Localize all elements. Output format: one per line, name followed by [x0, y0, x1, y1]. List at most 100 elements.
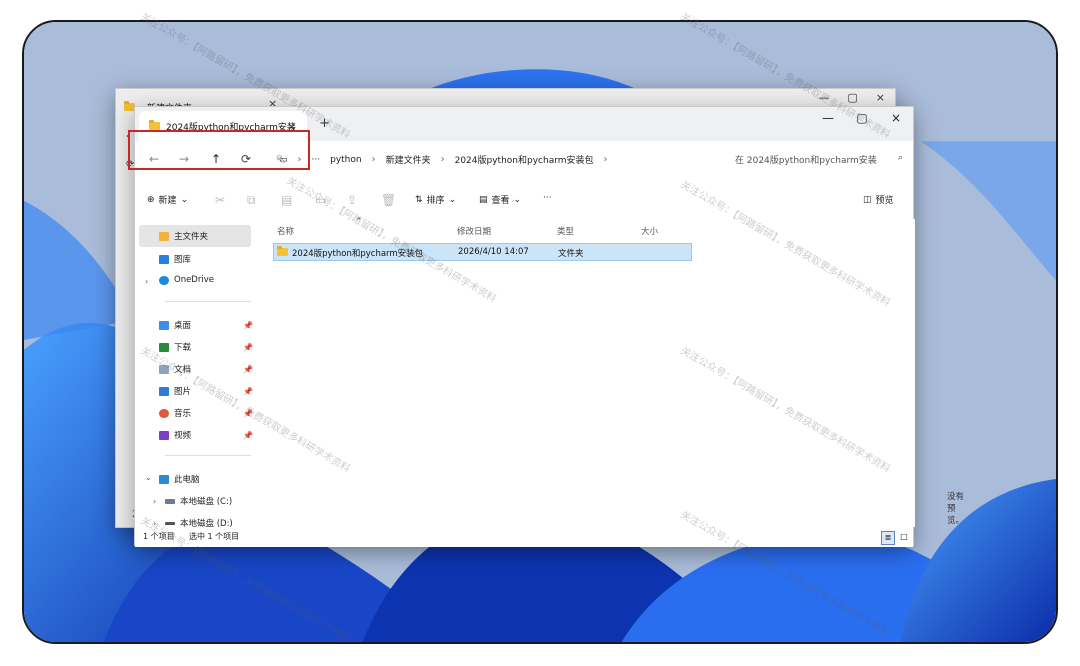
preview-message: 没有预览。	[947, 492, 965, 526]
view-label: 查看	[491, 196, 510, 206]
computer-icon	[159, 474, 169, 484]
more-options-button[interactable]: ···	[543, 193, 552, 203]
folder-icon	[149, 120, 160, 130]
new-tab-button[interactable]: +	[319, 116, 330, 131]
copy-icon[interactable]: ⧉	[247, 193, 256, 208]
sidebar-item-label: 桌面	[174, 321, 192, 331]
new-label: 新建	[158, 196, 177, 206]
sidebar-item-label: 图片	[174, 387, 192, 397]
sidebar-item-videos[interactable]: 视频	[159, 429, 191, 441]
picture-icon	[159, 386, 169, 396]
music-icon	[159, 408, 169, 418]
table-row[interactable]: 2024版python和pycharm安装包 2026/4/10 14:07 文…	[273, 243, 692, 261]
sidebar-item-pictures[interactable]: 图片	[159, 385, 191, 397]
rename-icon[interactable]: ▭	[315, 193, 326, 207]
desktop-icon	[159, 320, 169, 330]
sidebar-item-home[interactable]: 主文件夹	[139, 225, 251, 247]
video-icon	[159, 430, 169, 440]
pin-icon[interactable]: 📌	[243, 431, 253, 440]
breadcrumb-item-new-folder[interactable]: 新建文件夹	[386, 153, 431, 166]
pin-icon[interactable]: 📌	[243, 387, 253, 396]
file-list: 名称 ⌃ 修改日期 类型 大小 2024版python和pycharm安装包 2…	[259, 217, 964, 527]
command-bar: ⊕ 新建 ⌄ ✂ ⧉ ▤ ▭ ⇪ 🗑 ⇅ 排序 ⌄ ▤ 查看 ⌄ ··· ◫ 预…	[135, 179, 913, 220]
row-modified: 2026/4/10 14:07	[458, 247, 529, 257]
view-button[interactable]: ▤ 查看 ⌄	[479, 193, 522, 207]
pin-icon[interactable]: 📌	[243, 365, 253, 374]
status-selected: 选中 1 个项目	[189, 532, 240, 541]
breadcrumb-more[interactable]: ···	[312, 155, 321, 165]
sort-label: 排序	[426, 196, 445, 206]
back-close-button[interactable]: ×	[876, 91, 885, 104]
chevron-right-icon: ›	[603, 154, 608, 165]
chevron-right-icon[interactable]: ›	[145, 277, 148, 286]
new-button[interactable]: ⊕ 新建 ⌄	[147, 193, 188, 207]
divider	[165, 455, 251, 456]
column-header-size[interactable]: 大小	[641, 225, 658, 237]
pin-icon[interactable]: 📌	[243, 321, 253, 330]
gallery-icon	[159, 254, 169, 264]
window-controls: — ▢ ×	[811, 107, 913, 135]
chevron-right-icon[interactable]: ›	[153, 497, 156, 506]
cut-icon[interactable]: ✂	[215, 193, 225, 207]
delete-icon[interactable]: 🗑	[381, 193, 396, 207]
sidebar-item-this-pc[interactable]: 此电脑	[159, 473, 200, 485]
column-header-modified[interactable]: 修改日期	[457, 225, 491, 237]
sidebar-item-music[interactable]: 音乐	[159, 407, 191, 419]
sidebar-item-label: OneDrive	[174, 275, 214, 285]
sidebar-item-drive-c[interactable]: 本地磁盘 (C:)	[165, 495, 232, 507]
status-bar: 1 个项目 选中 1 个项目 ≣ □	[135, 527, 913, 547]
sidebar-item-label: 音乐	[174, 409, 192, 419]
sidebar-item-label: 主文件夹	[174, 232, 209, 242]
close-button[interactable]: ×	[879, 107, 913, 135]
details-view-icon[interactable]: ≣	[881, 531, 895, 545]
sort-button[interactable]: ⇅ 排序 ⌄	[415, 193, 457, 207]
cloud-icon	[159, 275, 169, 285]
file-explorer-window[interactable]: 2024版python和pycharm安装 × + — ▢ × ← → ↑ ⟳ …	[134, 106, 964, 547]
paste-icon[interactable]: ▤	[281, 193, 292, 207]
mouse-cursor-icon: ↖	[276, 152, 287, 166]
status-count: 1 个项目	[143, 532, 175, 541]
back-minimize-button[interactable]: —	[818, 91, 829, 104]
preview-button[interactable]: ◫ 预览	[863, 193, 894, 207]
sidebar-item-documents[interactable]: 文档	[159, 363, 191, 375]
chevron-right-icon: ›	[371, 154, 376, 165]
maximize-button[interactable]: ▢	[845, 107, 879, 135]
preview-label: 预览	[875, 196, 894, 206]
search-input[interactable]: 在 2024版python和pycharm安装 ⌕	[735, 153, 907, 166]
column-header-name[interactable]: 名称	[277, 225, 294, 237]
breadcrumb[interactable]: ▭ › ··· python › 新建文件夹 › 2024版python和pyc…	[279, 153, 608, 166]
search-icon: ⌕	[897, 153, 903, 163]
chevron-down-icon: ⌄	[448, 194, 457, 205]
column-header-type[interactable]: 类型	[557, 225, 574, 237]
sidebar-item-desktop[interactable]: 桌面	[159, 319, 191, 331]
breadcrumb-item-python[interactable]: python	[330, 155, 361, 165]
pin-icon[interactable]: 📌	[243, 409, 253, 418]
tiles-view-icon[interactable]: □	[897, 531, 911, 545]
chevron-down-icon[interactable]: ⌄	[145, 473, 152, 482]
divider	[165, 301, 251, 302]
chevron-right-icon: ›	[440, 154, 445, 165]
breadcrumb-item-package[interactable]: 2024版python和pycharm安装包	[455, 153, 594, 166]
chevron-down-icon: ⌄	[513, 194, 522, 205]
drive-icon	[165, 521, 175, 525]
back-window-controls: — ▢ ×	[818, 91, 885, 104]
sidebar-item-onedrive[interactable]: OneDrive	[159, 275, 214, 285]
sidebar-item-downloads[interactable]: 下载	[159, 341, 191, 353]
sidebar-item-label: 下载	[174, 343, 192, 353]
row-type: 文件夹	[558, 249, 584, 259]
sidebar-item-gallery[interactable]: 图库	[159, 253, 191, 265]
sidebar-item-label: 图库	[174, 255, 192, 265]
home-icon	[159, 231, 169, 241]
navigation-pane: 主文件夹 图库 › OneDrive 桌面 📌 下载 📌 文档 📌 图片 📌 音…	[135, 219, 260, 545]
back-maximize-button[interactable]: ▢	[847, 91, 857, 104]
share-icon[interactable]: ⇪	[347, 193, 357, 207]
sort-arrow-icon: ⌃	[355, 217, 363, 227]
sidebar-item-label: 本地磁盘 (C:)	[180, 497, 233, 507]
drive-icon	[165, 498, 175, 504]
minimize-button[interactable]: —	[811, 107, 845, 135]
pin-icon[interactable]: 📌	[243, 343, 253, 352]
row-name: 2024版python和pycharm安装包	[292, 249, 424, 259]
download-icon	[159, 342, 169, 352]
plus-circle-icon: ⊕	[147, 194, 155, 205]
folder-icon	[277, 246, 288, 259]
